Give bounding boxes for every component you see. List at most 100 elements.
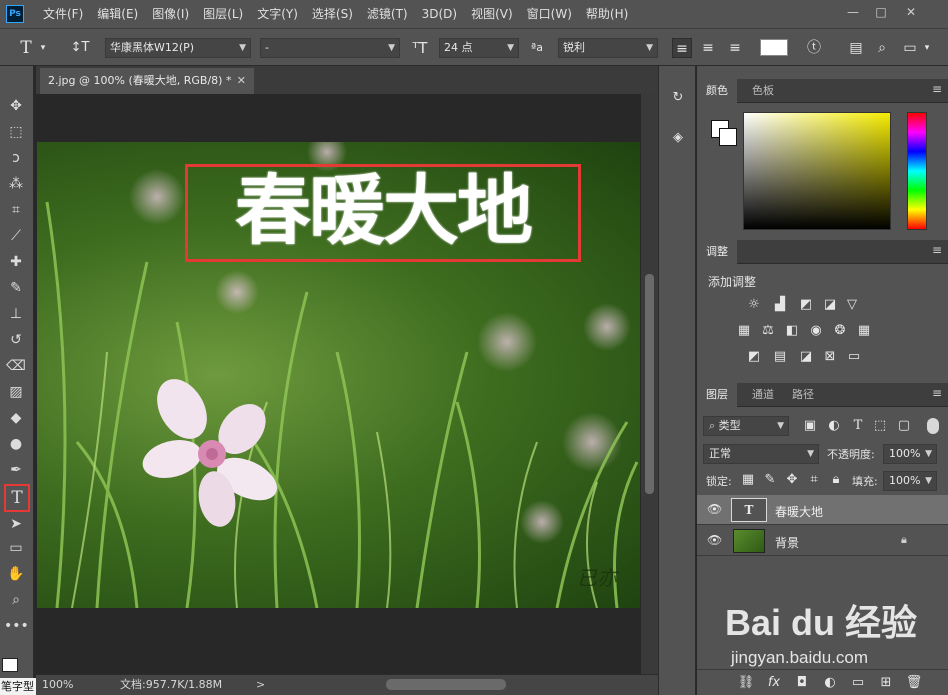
new-adjustment-icon[interactable]: ◐	[821, 674, 839, 692]
rectangle-tool-icon[interactable]: ▭	[4, 536, 28, 560]
history-brush-tool-icon[interactable]: ↺	[4, 328, 28, 352]
curves-icon[interactable]: ◩	[797, 296, 815, 314]
layer-row-background[interactable]: 👁︎ 背景 🔒︎	[697, 526, 948, 556]
document-image[interactable]: 春暖大地 已亦	[37, 142, 640, 608]
menu-item[interactable]: 文件(F)	[36, 0, 90, 28]
menu-item[interactable]: 视图(V)	[464, 0, 520, 28]
menu-item[interactable]: 帮助(H)	[579, 0, 635, 28]
menu-item[interactable]: 图层(L)	[196, 0, 250, 28]
antialias-select[interactable]: 锐利 ▼	[558, 38, 658, 58]
tab-channels[interactable]: 通道	[743, 383, 783, 407]
dodge-tool-icon[interactable]: ●	[4, 432, 28, 456]
layer-mask-icon[interactable]: ◘	[793, 674, 811, 692]
chevron-down-icon[interactable]: ▾	[38, 38, 48, 58]
fill-input[interactable]: 100% ▼	[883, 471, 937, 491]
history-panel-icon[interactable]: ↻	[669, 90, 687, 108]
panel-menu-icon[interactable]: ≡	[932, 243, 942, 257]
3d-panel-icon[interactable]: ◈	[669, 130, 687, 148]
text-color-swatch[interactable]	[760, 39, 788, 56]
brush-tool-icon[interactable]: ✎	[4, 276, 28, 300]
font-style-select[interactable]: - ▼	[260, 38, 400, 58]
toggle-orientation-icon[interactable]: ↕T	[70, 38, 90, 58]
tab-layers[interactable]: 图层	[697, 383, 737, 407]
menu-item[interactable]: 编辑(E)	[90, 0, 145, 28]
menu-item[interactable]: 文字(Y)	[250, 0, 305, 28]
visibility-eye-icon[interactable]: 👁︎	[707, 502, 722, 516]
crop-tool-icon[interactable]: ⌗	[4, 198, 28, 222]
eraser-tool-icon[interactable]: ⌫	[4, 354, 28, 378]
align-left-icon[interactable]: ≡	[672, 38, 692, 58]
search-icon[interactable]: ⌕	[872, 38, 892, 58]
type-tool-icon[interactable]: T	[4, 484, 30, 512]
color-balance-icon[interactable]: ⚖	[759, 322, 777, 340]
minimize-button[interactable]: —	[842, 3, 864, 21]
layer-name[interactable]: 春暖大地	[775, 503, 823, 520]
restore-button[interactable]: □	[870, 3, 892, 21]
tab-color[interactable]: 颜色	[697, 79, 737, 103]
lock-transparent-icon[interactable]: ▦	[739, 471, 757, 489]
black-white-icon[interactable]: ◧	[783, 322, 801, 340]
layer-name[interactable]: 背景	[775, 534, 799, 551]
menu-item[interactable]: 选择(S)	[305, 0, 360, 28]
tab-swatches[interactable]: 色板	[743, 79, 783, 103]
pen-tool-icon[interactable]: ✒	[4, 458, 28, 482]
zoom-tool-icon[interactable]: ⌕	[4, 588, 28, 612]
color-picker-field[interactable]	[743, 112, 891, 230]
font-family-select[interactable]: 华康黑体W12(P) ▼	[105, 38, 251, 58]
panel-menu-icon[interactable]: ≡	[932, 386, 942, 400]
panel-menu-icon[interactable]: ≡	[932, 82, 942, 96]
lock-position-icon[interactable]: ✥	[783, 471, 801, 489]
posterize-icon[interactable]: ▤	[771, 348, 789, 366]
lock-image-icon[interactable]: ✎	[761, 471, 779, 489]
filter-toggle[interactable]	[927, 418, 939, 434]
hue-slider[interactable]	[907, 112, 927, 230]
close-tab-icon[interactable]: ✕	[237, 68, 246, 94]
vibrance-icon[interactable]: ▽	[843, 296, 861, 314]
tab-adjustments[interactable]: 调整	[697, 240, 737, 264]
color-lookup-icon[interactable]: ▦	[855, 322, 873, 340]
headline-text[interactable]: 春暖大地	[183, 156, 583, 266]
font-size-select[interactable]: 24 点 ▼	[439, 38, 519, 58]
clone-stamp-tool-icon[interactable]: ⊥	[4, 302, 28, 326]
lasso-tool-icon[interactable]: ↄ	[4, 146, 28, 170]
type-tool-preset-icon[interactable]: T	[16, 38, 36, 58]
chevron-down-icon[interactable]: ▾	[922, 38, 932, 58]
warp-text-icon[interactable]: ⓣ	[804, 38, 824, 58]
lock-all-icon[interactable]: 🔒︎	[827, 471, 845, 489]
filter-pixel-icon[interactable]: ▣	[801, 417, 819, 435]
exposure-icon[interactable]: ◪	[821, 296, 839, 314]
threshold-icon[interactable]: ◪	[797, 348, 815, 366]
align-center-icon[interactable]: ≡	[698, 38, 718, 58]
horizontal-scrollbar-thumb[interactable]	[386, 679, 506, 690]
gradient-map-icon[interactable]: ▭	[845, 348, 863, 366]
status-menu-arrow-icon[interactable]: >	[256, 675, 265, 695]
zoom-level[interactable]: 100%	[42, 675, 73, 695]
align-right-icon[interactable]: ≡	[725, 38, 745, 58]
blur-tool-icon[interactable]: ◆	[4, 406, 28, 430]
filter-shape-icon[interactable]: ⬚	[871, 417, 889, 435]
brightness-icon[interactable]: ☼	[745, 296, 763, 314]
visibility-eye-icon[interactable]: 👁︎	[707, 533, 722, 547]
blend-mode-select[interactable]: 正常 ▼	[703, 444, 819, 464]
link-layers-icon[interactable]: ⛓	[737, 674, 755, 692]
vertical-scrollbar[interactable]	[641, 94, 658, 674]
layer-style-icon[interactable]: fx	[765, 674, 783, 692]
tab-paths[interactable]: 路径	[783, 383, 823, 407]
delete-layer-icon[interactable]: 🗑︎	[905, 674, 923, 692]
scrollbar-thumb[interactable]	[645, 274, 654, 494]
hand-tool-icon[interactable]: ✋	[4, 562, 28, 586]
foreground-color-swatch[interactable]	[2, 658, 18, 672]
filter-smart-object-icon[interactable]: ▢	[895, 417, 913, 435]
quick-select-tool-icon[interactable]: ⁂	[4, 172, 28, 196]
eyedropper-tool-icon[interactable]: ⟋	[4, 224, 28, 248]
levels-icon[interactable]: ▟	[771, 296, 789, 314]
menu-item[interactable]: 窗口(W)	[520, 0, 579, 28]
opacity-input[interactable]: 100% ▼	[883, 444, 937, 464]
menu-item[interactable]: 图像(I)	[145, 0, 196, 28]
gradient-tool-icon[interactable]: ▨	[4, 380, 28, 404]
layer-row-text[interactable]: 👁︎ T 春暖大地	[697, 495, 948, 525]
filter-adjustment-icon[interactable]: ◐	[825, 417, 843, 435]
new-group-icon[interactable]: ▭	[849, 674, 867, 692]
bg-color-swatch[interactable]	[719, 128, 737, 146]
new-layer-icon[interactable]: ⊞	[877, 674, 895, 692]
